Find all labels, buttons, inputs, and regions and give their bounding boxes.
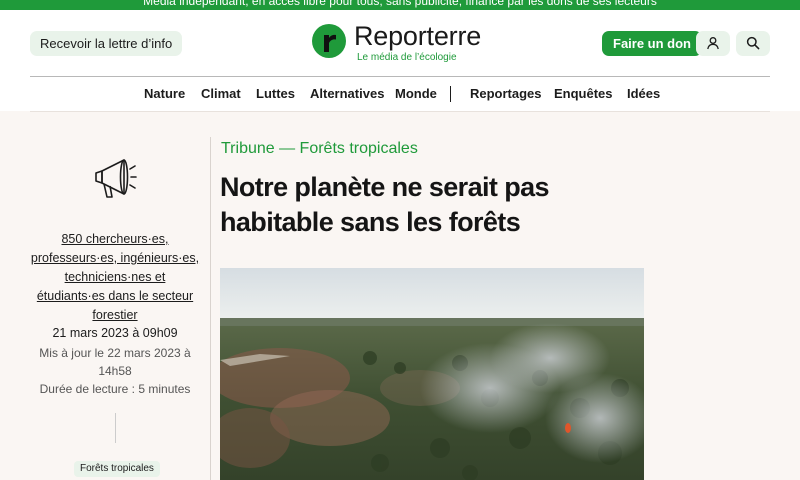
nav-item-monde[interactable]: Monde (395, 86, 437, 101)
reading-time: Durée de lecture : 5 minutes (39, 382, 191, 396)
topic-tag[interactable]: Forêts tropicales (74, 461, 160, 477)
nav-item-enquetes[interactable]: Enquêtes (554, 86, 613, 101)
hero-photo (220, 268, 644, 480)
top-banner-text: Média indépendant, en accès libre pour t… (143, 0, 657, 8)
author-link[interactable]: 850 chercheurs·es, professeurs·es, ingén… (30, 230, 200, 325)
user-icon (707, 37, 719, 50)
search-icon (746, 36, 760, 50)
publish-date: 21 mars 2023 à 09h09 (52, 326, 178, 340)
nav-separator (450, 86, 451, 102)
search-button[interactable] (736, 31, 770, 56)
nav-item-alternatives[interactable]: Alternatives (310, 86, 384, 101)
article-title: Notre planète ne serait pas habitable sa… (220, 172, 550, 237)
account-button[interactable] (696, 31, 730, 56)
top-banner: Média indépendant, en accès libre pour t… (0, 0, 800, 10)
sidebar-vertical-line (115, 413, 116, 443)
sidebar-divider (210, 137, 211, 480)
nav-item-reportages[interactable]: Reportages (470, 86, 542, 101)
article-kicker[interactable]: Tribune — Forêts tropicales (221, 140, 418, 158)
donate-button[interactable]: Faire un don (602, 31, 702, 56)
logo-mark-icon (312, 24, 346, 58)
nav-item-idees[interactable]: Idées (627, 86, 660, 101)
megaphone-icon (92, 155, 138, 206)
main-nav: Nature Climat Luttes Alternatives Monde … (0, 77, 800, 111)
nav-item-nature[interactable]: Nature (144, 86, 185, 101)
nav-item-climat[interactable]: Climat (201, 86, 241, 101)
logo-wordmark: Reporterre (354, 21, 482, 51)
logo-tagline: Le média de l’écologie (357, 52, 457, 63)
nav-item-luttes[interactable]: Luttes (256, 86, 295, 101)
newsletter-button[interactable]: Recevoir la lettre d’info (30, 31, 183, 56)
site-header: Recevoir la lettre d’info Reporterre Le … (0, 10, 800, 76)
update-date: Mis à jour le 22 mars 2023 à 14h58 (39, 346, 191, 378)
